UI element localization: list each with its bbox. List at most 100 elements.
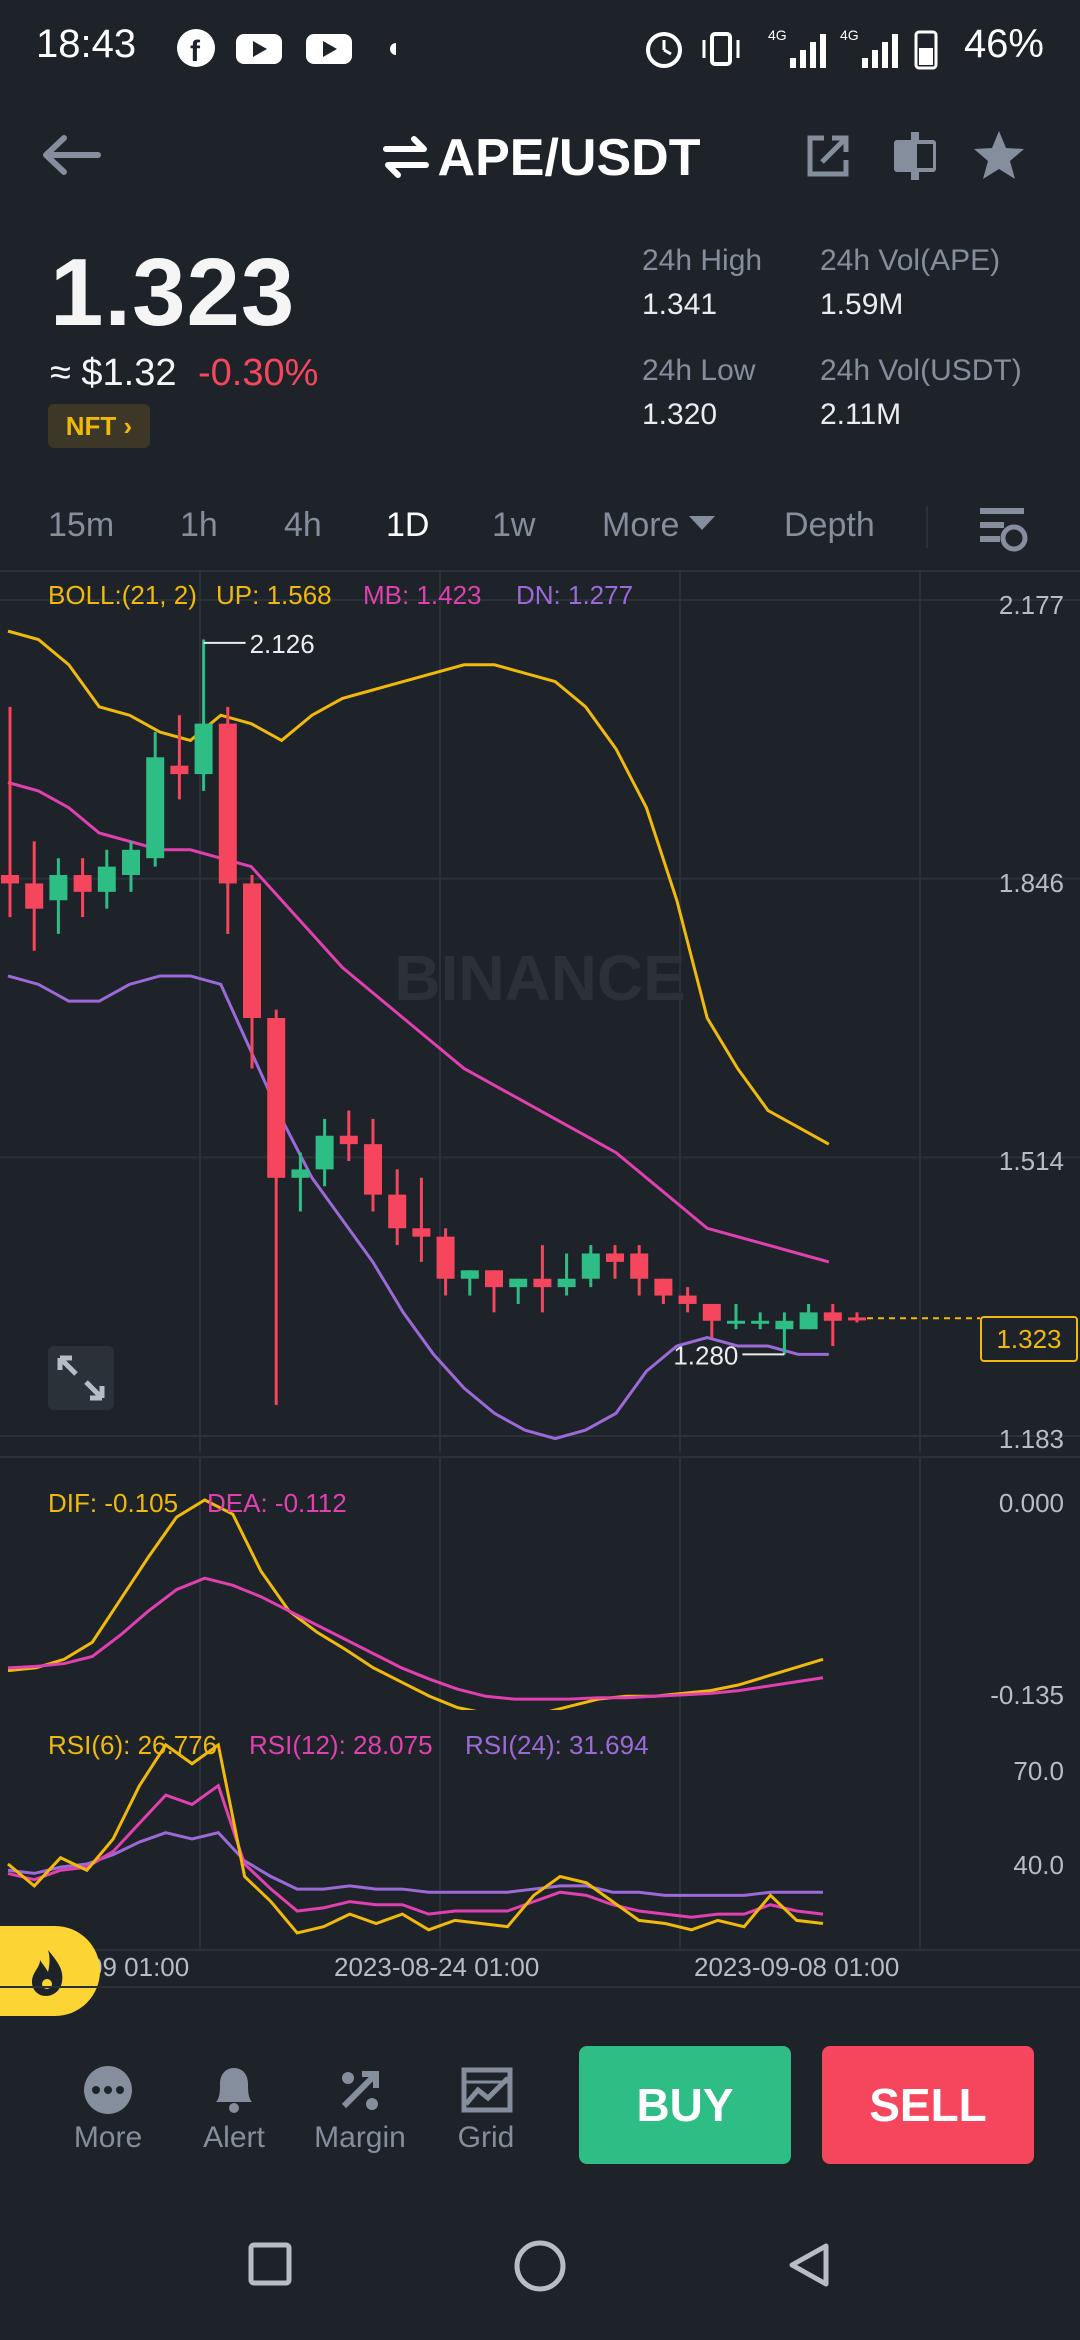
tab-1h[interactable]: 1h — [180, 506, 218, 545]
high-annotation: 2.126 — [250, 629, 315, 659]
vol-base-value: 1.59M — [820, 288, 904, 321]
tab-1w[interactable]: 1w — [492, 506, 535, 545]
candle-body — [146, 757, 165, 859]
low-label: 24h Low — [642, 354, 756, 387]
price-change: -0.30% — [198, 352, 319, 394]
macd-dea-line — [7, 1576, 824, 1701]
candle-body — [122, 849, 140, 876]
y-tick-1: 2.177 — [998, 590, 1064, 620]
candle-body — [606, 1253, 624, 1262]
macd-dif: DIF: -0.105 — [48, 1488, 179, 1518]
network-type: 4G — [768, 27, 787, 43]
tab-1d[interactable]: 1D — [386, 506, 429, 545]
candle-body — [412, 1228, 431, 1237]
nav-alert[interactable]: Alert — [174, 2060, 294, 2155]
rsi-tick-2: 40.0 — [1013, 1850, 1064, 1880]
recents-icon[interactable] — [246, 2240, 296, 2290]
nft-tag[interactable]: NFT › — [48, 404, 150, 448]
favorite-star-icon[interactable] — [972, 128, 1026, 182]
expand-icon — [57, 1355, 105, 1401]
candle-body — [436, 1236, 455, 1279]
notification-icons: f — [177, 29, 396, 68]
boll-label: BOLL:(21, 2) — [48, 580, 197, 610]
candle-body — [727, 1320, 745, 1324]
flame-icon — [32, 1950, 63, 1996]
sell-button[interactable]: SELL — [822, 2046, 1034, 2164]
candle-body — [73, 875, 92, 892]
vol-quote-label: 24h Vol(USDT) — [820, 354, 1022, 387]
rsi24-line — [7, 1831, 823, 1897]
x-label-3: 2023-09-08 01:00 — [694, 1952, 900, 1982]
pair-name: APE/USDT — [437, 129, 701, 187]
nav-grid[interactable]: Grid — [426, 2060, 546, 2155]
candle-body — [291, 1169, 310, 1178]
candle-body — [775, 1320, 794, 1330]
current-price-tag: 1.323 — [980, 1316, 1078, 1362]
signal-icon — [790, 34, 826, 68]
macd-dea: DEA: -0.112 — [207, 1488, 347, 1518]
tab-depth[interactable]: Depth — [784, 506, 875, 545]
candle-body — [49, 875, 68, 901]
caret-down-icon — [688, 516, 715, 530]
candle-body — [848, 1317, 866, 1321]
compare-icon[interactable] — [890, 130, 940, 182]
candle-body — [557, 1278, 576, 1288]
buy-button[interactable]: BUY — [579, 2046, 791, 2164]
y-tick-3: 1.514 — [998, 1146, 1064, 1176]
vibrate-icon — [710, 32, 732, 66]
macd-tick-1: 0.000 — [998, 1488, 1064, 1518]
y-tick-2: 1.846 — [998, 868, 1064, 898]
nav-margin[interactable]: Margin — [300, 2060, 420, 2155]
candle-body — [630, 1253, 649, 1279]
candle-body — [654, 1278, 673, 1296]
candle-body — [243, 883, 261, 1018]
boll-up: UP: 1.568 — [216, 580, 332, 610]
tab-more[interactable]: More — [602, 506, 715, 545]
candle-body — [218, 723, 237, 884]
bell-icon — [216, 2068, 252, 2113]
dot-icon — [390, 43, 396, 55]
signal-icon-2 — [862, 34, 898, 68]
high-value: 1.341 — [642, 288, 718, 321]
svg-text:4G: 4G — [840, 27, 859, 43]
low-annotation: 1.280 — [673, 1340, 738, 1370]
tab-15m[interactable]: 15m — [48, 506, 114, 545]
candle-body — [97, 866, 116, 892]
candle-body — [485, 1270, 503, 1288]
boll-dn: DN: 1.277 — [516, 580, 634, 610]
candle-body — [388, 1194, 407, 1229]
floating-quick-button[interactable] — [0, 1926, 100, 2016]
candle-body — [339, 1135, 358, 1145]
x-label-2: 2023-08-24 01:00 — [334, 1952, 540, 1982]
candle-body — [799, 1312, 818, 1330]
candle-body — [751, 1320, 770, 1324]
candle-body — [823, 1312, 842, 1321]
grid-icon — [461, 2067, 513, 2113]
fiat-price: ≈ $1.32 — [50, 352, 177, 394]
candle-body — [1, 875, 19, 884]
binance-watermark: BINANCE — [394, 942, 686, 1014]
high-label: 24h High — [642, 244, 763, 277]
share-icon[interactable] — [804, 132, 852, 180]
candle-body — [678, 1295, 697, 1304]
bottom-divider — [0, 1986, 1080, 1988]
candle-body — [194, 723, 213, 775]
candle-body — [533, 1278, 552, 1288]
macd-tick-2: -0.135 — [990, 1680, 1064, 1710]
battery-level: 46% — [963, 22, 1044, 66]
chart-settings-icon[interactable] — [976, 502, 1028, 554]
macd-dif-line — [7, 1498, 824, 1710]
tab-divider — [926, 506, 928, 548]
fullscreen-button[interactable] — [48, 1346, 114, 1410]
nav-more[interactable]: More — [48, 2060, 168, 2155]
rsi-12: RSI(12): 28.075 — [249, 1730, 433, 1760]
candlestick-chart[interactable]: BINANCE 2.126 1.280 — [0, 572, 1080, 1452]
candle-body — [460, 1270, 479, 1279]
system-icons: 4G 4G — [646, 27, 938, 70]
swap-icon[interactable] — [380, 135, 432, 179]
low-value: 1.320 — [642, 398, 718, 431]
back-icon[interactable] — [784, 2240, 834, 2290]
tab-4h[interactable]: 4h — [284, 506, 322, 545]
candle-body — [25, 883, 44, 909]
home-icon[interactable] — [512, 2238, 568, 2294]
